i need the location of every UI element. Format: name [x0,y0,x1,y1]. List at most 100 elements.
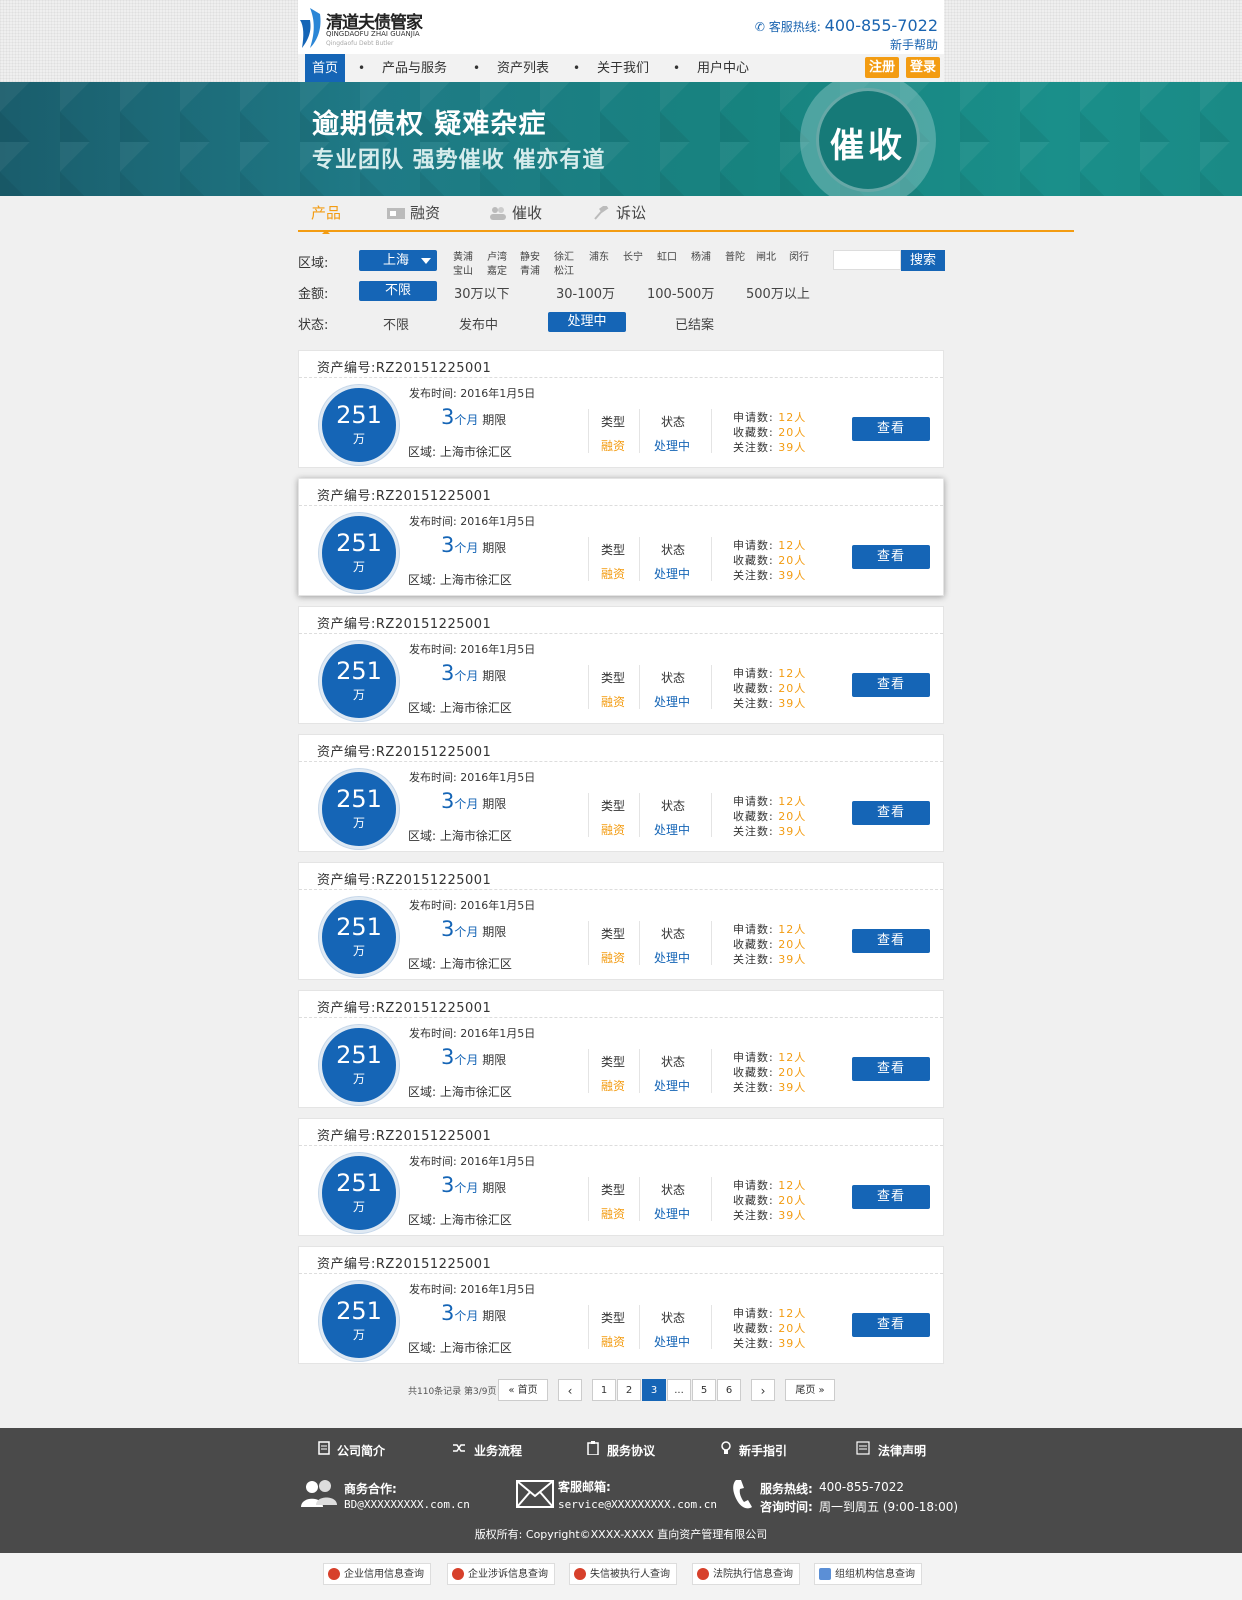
phone-icon [733,1480,752,1509]
view-button[interactable]: 查看 [852,1185,930,1209]
favorite-value: 20人 [778,682,807,695]
view-button[interactable]: 查看 [852,545,930,569]
pagination-page-current[interactable]: 3 [642,1379,666,1401]
search-input[interactable] [833,250,901,270]
term-suffix: 期限 [482,925,507,939]
nav-home[interactable]: 首页 [305,54,346,82]
term: 3个月 期限 [441,1173,506,1197]
district-songjiang[interactable]: 松江 [554,262,574,277]
badge-dishonest-query[interactable]: 失信被执行人查询 [569,1563,677,1585]
apply-label: 申请数: [733,923,774,936]
tab-financing[interactable]: 融资 [386,202,440,228]
term: 3个月 期限 [441,789,506,813]
amount-option-any[interactable]: 不限 [359,281,437,301]
asset-number: 资产编号:RZ20151225001 [317,357,491,376]
listing-card[interactable]: 资产编号:RZ20151225001 251 万 发布时间: 2016年1月5日 3个月… [298,862,944,980]
nav-about[interactable]: 关于我们 [597,54,649,82]
status-option-processing[interactable]: 处理中 [548,312,626,332]
footer-link-process[interactable]: 业务流程 [474,1442,522,1459]
area-value: 上海市徐汇区 [439,1341,512,1355]
nav-assets[interactable]: 资产列表 [497,54,549,82]
district-xuhui[interactable]: 徐汇 [554,248,574,263]
publish-time-value: 2016年1月5日 [460,1155,536,1168]
pagination-last[interactable]: 尾页 » [785,1379,835,1401]
listing-card[interactable]: 资产编号:RZ20151225001 251 万 发布时间: 2016年1月5日 3个月… [298,1118,944,1236]
view-button[interactable]: 查看 [852,1313,930,1337]
footer-link-guide[interactable]: 新手指引 [739,1442,787,1459]
district-baoshan[interactable]: 宝山 [453,262,473,277]
district-yangpu[interactable]: 杨浦 [691,248,711,263]
pagination-next[interactable]: › [751,1379,775,1401]
district-huangpu[interactable]: 黄浦 [453,248,473,263]
amount-option-under-30[interactable]: 30万以下 [454,283,510,302]
status-option-publishing[interactable]: 发布中 [459,314,498,333]
asset-number-value: RZ20151225001 [375,1129,492,1144]
badge-credit-query[interactable]: 企业信用信息查询 [323,1563,431,1585]
area-value: 上海市徐汇区 [439,957,512,971]
tab-litigation[interactable]: 诉讼 [592,202,646,228]
amount-option-100-500[interactable]: 100-500万 [647,283,714,302]
listing-card[interactable]: 资产编号:RZ20151225001 251 万 发布时间: 2016年1月5日 3个月… [298,350,944,468]
district-luwan[interactable]: 卢湾 [487,248,507,263]
logo[interactable]: 清道夫债管家 QINGDAOFU ZHAI GUANJIA Qingdaofu … [298,2,428,50]
nav-user-center[interactable]: 用户中心 [697,54,749,82]
footer-link-about[interactable]: 公司简介 [337,1442,385,1459]
divider [588,665,589,709]
register-button[interactable]: 注册 [865,57,900,78]
amount-option-30-100[interactable]: 30-100万 [556,283,615,302]
business-email[interactable]: BD@XXXXXXXXX.com.cn [344,1498,470,1511]
listing-card[interactable]: 资产编号:RZ20151225001 251 万 发布时间: 2016年1月5日 3个月… [298,1246,944,1364]
login-button[interactable]: 登录 [906,57,941,78]
divider [588,793,589,837]
follow-label: 关注数: [733,1081,774,1094]
district-hongkou[interactable]: 虹口 [657,248,677,263]
pagination-prev[interactable]: ‹ [558,1379,582,1401]
amount-option-over-500[interactable]: 500万以上 [746,283,810,302]
view-button[interactable]: 查看 [852,1057,930,1081]
region-select[interactable]: 上海 [359,250,437,271]
follow-count: 关注数: 39人 [733,1079,806,1095]
listing-card[interactable]: 资产编号:RZ20151225001 251 万 发布时间: 2016年1月5日 3个月… [298,734,944,852]
view-button[interactable]: 查看 [852,801,930,825]
district-jingan[interactable]: 静安 [520,248,540,263]
help-link[interactable]: 新手帮助 [890,36,938,53]
tab-products[interactable]: 产品 [311,202,341,234]
state-value: 处理中 [654,1207,691,1221]
status-option-any[interactable]: 不限 [383,314,409,333]
district-qingpu[interactable]: 青浦 [520,262,540,277]
tab-collection[interactable]: 催收 [488,202,542,228]
footer-link-legal[interactable]: 法律声明 [878,1442,926,1459]
status-option-closed[interactable]: 已结案 [675,314,714,333]
nav-products[interactable]: 产品与服务 [382,54,447,82]
term: 3个月 期限 [441,917,506,941]
view-button[interactable]: 查看 [852,673,930,697]
pagination-page[interactable]: 6 [717,1379,741,1401]
district-changning[interactable]: 长宁 [623,248,643,263]
listing-card[interactable]: 资产编号:RZ20151225001 251 万 发布时间: 2016年1月5日 3个月… [298,990,944,1108]
view-button[interactable]: 查看 [852,417,930,441]
district-zhabei[interactable]: 闸北 [756,248,776,263]
search-button[interactable]: 搜索 [901,250,945,271]
pagination-first[interactable]: « 首页 [498,1379,548,1401]
type-label: 类型 [601,671,626,685]
amount-value: 251 [336,529,382,557]
district-pudong[interactable]: 浦东 [589,248,609,263]
badge-organization-query[interactable]: 组组机构信息查询 [814,1563,922,1585]
footer-link-agreement[interactable]: 服务协议 [607,1442,655,1459]
district-putuo[interactable]: 普陀 [725,248,745,263]
view-button[interactable]: 查看 [852,929,930,953]
pagination-page[interactable]: 1 [592,1379,616,1401]
area: 区域: 上海市徐汇区 [408,1083,512,1100]
badge-lawsuit-query[interactable]: 企业涉诉信息查询 [447,1563,555,1585]
card-divider [299,1145,943,1146]
divider [711,537,712,581]
tab-label: 融资 [410,204,441,222]
district-jiading[interactable]: 嘉定 [487,262,507,277]
pagination-page[interactable]: 2 [617,1379,641,1401]
listing-card[interactable]: 资产编号:RZ20151225001 251 万 发布时间: 2016年1月5日 3个月… [298,606,944,724]
listing-card[interactable]: 资产编号:RZ20151225001 251 万 发布时间: 2016年1月5日 3个月… [298,478,944,596]
pagination-page[interactable]: 5 [692,1379,716,1401]
badge-court-query[interactable]: 法院执行信息查询 [692,1563,800,1585]
service-email[interactable]: service@XXXXXXXXX.com.cn [558,1498,717,1511]
district-minhang[interactable]: 闵行 [789,248,809,263]
